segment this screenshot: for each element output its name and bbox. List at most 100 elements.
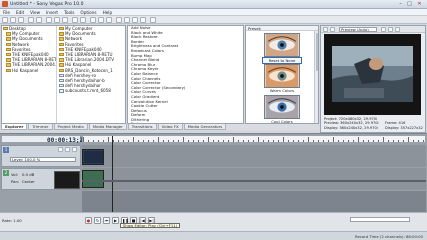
file-list-item[interactable]: subcounts.t.mnt_6058 — [58, 88, 126, 93]
play-icon[interactable]: ▶ — [112, 217, 119, 224]
menu-edit[interactable]: Edit — [13, 9, 27, 16]
preview-quality-select[interactable]: Preview (Auto) — [339, 27, 377, 32]
ruler-tick — [313, 139, 314, 142]
render-icon[interactable] — [28, 17, 34, 23]
ruler-tick — [388, 139, 389, 142]
video-track-header[interactable]: 1 Level: 100.0 % — [1, 145, 81, 167]
snap-icon[interactable] — [90, 17, 96, 23]
timeline-scrollbar[interactable] — [82, 180, 426, 182]
audio-track-header[interactable]: 2 Vol: 0.0 dB Pan: Center — [1, 168, 81, 190]
level-slider[interactable]: Level: 100.0 % — [10, 157, 76, 162]
zoom-tool-icon[interactable] — [140, 17, 146, 23]
folder-icon — [59, 32, 64, 36]
track-motion-icon[interactable] — [58, 147, 63, 152]
record-icon[interactable]: ● — [85, 217, 92, 224]
tab-media-generators[interactable]: Media Generators — [183, 124, 227, 130]
zoom-slider[interactable] — [350, 217, 410, 222]
undo-icon[interactable] — [72, 17, 78, 23]
scrollbar-thumb[interactable] — [315, 33, 318, 71]
minimize-icon[interactable]: – — [396, 0, 405, 8]
timeline-ruler[interactable] — [82, 135, 426, 143]
ruler-tick — [278, 139, 279, 142]
help-icon[interactable] — [150, 17, 156, 23]
loop-playback-icon[interactable]: ↻ — [94, 217, 101, 224]
ruler-tick — [178, 139, 179, 142]
new-project-icon[interactable] — [2, 17, 8, 23]
timecode: 00:00:13;29 — [47, 136, 87, 144]
ruler-tick — [393, 139, 394, 142]
tab-explorer[interactable]: Explorer — [1, 124, 28, 130]
tab-media-manager[interactable]: Media Manager — [88, 124, 127, 130]
maximize-icon[interactable]: □ — [405, 0, 414, 8]
normal-edit-tool-icon[interactable] — [116, 17, 122, 23]
video-clip[interactable] — [82, 149, 104, 165]
ruler-tick — [118, 139, 119, 142]
explorer-panel: Desktop My Computer My Documents Network Fav… — [1, 25, 126, 124]
overlays-icon[interactable] — [381, 26, 386, 32]
status-bar: Record Time (2 channels): 88:00:00 — [0, 231, 427, 240]
ruler-tick — [353, 139, 354, 142]
folder-icon — [6, 42, 11, 46]
ruler-tick — [403, 139, 404, 142]
menu-view[interactable]: View — [27, 9, 43, 16]
video-frame — [324, 34, 421, 115]
autoripple-icon[interactable] — [98, 17, 104, 23]
preset-warm-colors[interactable]: Warm Colors — [264, 64, 302, 93]
copy-snapshot-icon[interactable] — [388, 26, 393, 32]
cut-icon[interactable] — [46, 17, 52, 23]
file-icon — [59, 84, 64, 88]
track-fx-icon[interactable] — [65, 147, 70, 152]
menu-options[interactable]: Options — [77, 9, 99, 16]
ruler-tick — [318, 139, 319, 142]
ruler-tick — [88, 139, 89, 142]
open-icon[interactable] — [10, 17, 16, 23]
save-snapshot-icon[interactable] — [395, 26, 400, 32]
paste-icon[interactable] — [62, 17, 68, 23]
ruler-tick — [373, 139, 374, 142]
lock-envelopes-icon[interactable] — [106, 17, 112, 23]
ruler-tick — [308, 137, 309, 142]
tab-trimmer[interactable]: Trimmer — [28, 124, 53, 130]
record-time-status: Record Time (2 channels): 88:00:00 — [355, 233, 423, 239]
video-preview-panel: Preview (Auto) Project: 720x480x32, 29.9… — [320, 25, 426, 133]
mute-icon[interactable] — [72, 147, 77, 152]
menu-help[interactable]: Help — [100, 9, 116, 16]
video-track-lane[interactable] — [82, 145, 426, 167]
envelope-tool-icon[interactable] — [124, 17, 130, 23]
ruler-tick — [348, 139, 349, 142]
preset-thumbnail — [264, 33, 300, 57]
properties-icon[interactable] — [36, 17, 42, 23]
vol-value[interactable]: 0.0 dB — [22, 172, 34, 177]
ruler-tick — [228, 139, 229, 142]
redo-icon[interactable] — [80, 17, 86, 23]
menu-tools[interactable]: Tools — [61, 9, 77, 16]
tab-transitions[interactable]: Transitions — [127, 124, 157, 130]
project-properties-icon[interactable] — [323, 26, 328, 32]
close-icon[interactable]: ✕ — [415, 0, 424, 8]
save-icon[interactable] — [18, 17, 24, 23]
folder-tree-item[interactable]: Hsi Kaspanel — [2, 68, 56, 73]
playhead-cursor[interactable] — [112, 136, 113, 212]
tab-project-media[interactable]: Project Media — [53, 124, 88, 130]
tab-video-fx[interactable]: Video FX — [157, 124, 183, 130]
pan-value[interactable]: Center — [22, 179, 35, 184]
preset-cool-colors[interactable]: Cool Colors — [264, 95, 302, 123]
track-number: 2 — [3, 170, 9, 176]
menu-file[interactable]: File — [0, 9, 13, 16]
menu-insert[interactable]: Insert — [43, 9, 61, 16]
ruler-tick — [378, 139, 379, 142]
ruler-tick — [338, 139, 339, 142]
audio-track-lane[interactable] — [82, 168, 426, 190]
empty-track-area[interactable] — [82, 191, 426, 213]
docking-tabs: Explorer Trimmer Project Media Media Manage… — [1, 124, 319, 130]
preset-reset-to-none[interactable]: Reset to None — [262, 33, 302, 64]
ruler-tick — [333, 137, 334, 142]
folder-icon — [6, 58, 11, 62]
copy-icon[interactable] — [54, 17, 60, 23]
presets-scrollbar[interactable] — [314, 31, 318, 123]
selection-tool-icon[interactable] — [132, 17, 138, 23]
external-monitor-icon[interactable] — [330, 26, 335, 32]
audio-clip[interactable] — [82, 170, 104, 188]
play-from-start-icon[interactable]: ⏮ — [103, 217, 110, 224]
ruler-tick — [158, 137, 159, 142]
